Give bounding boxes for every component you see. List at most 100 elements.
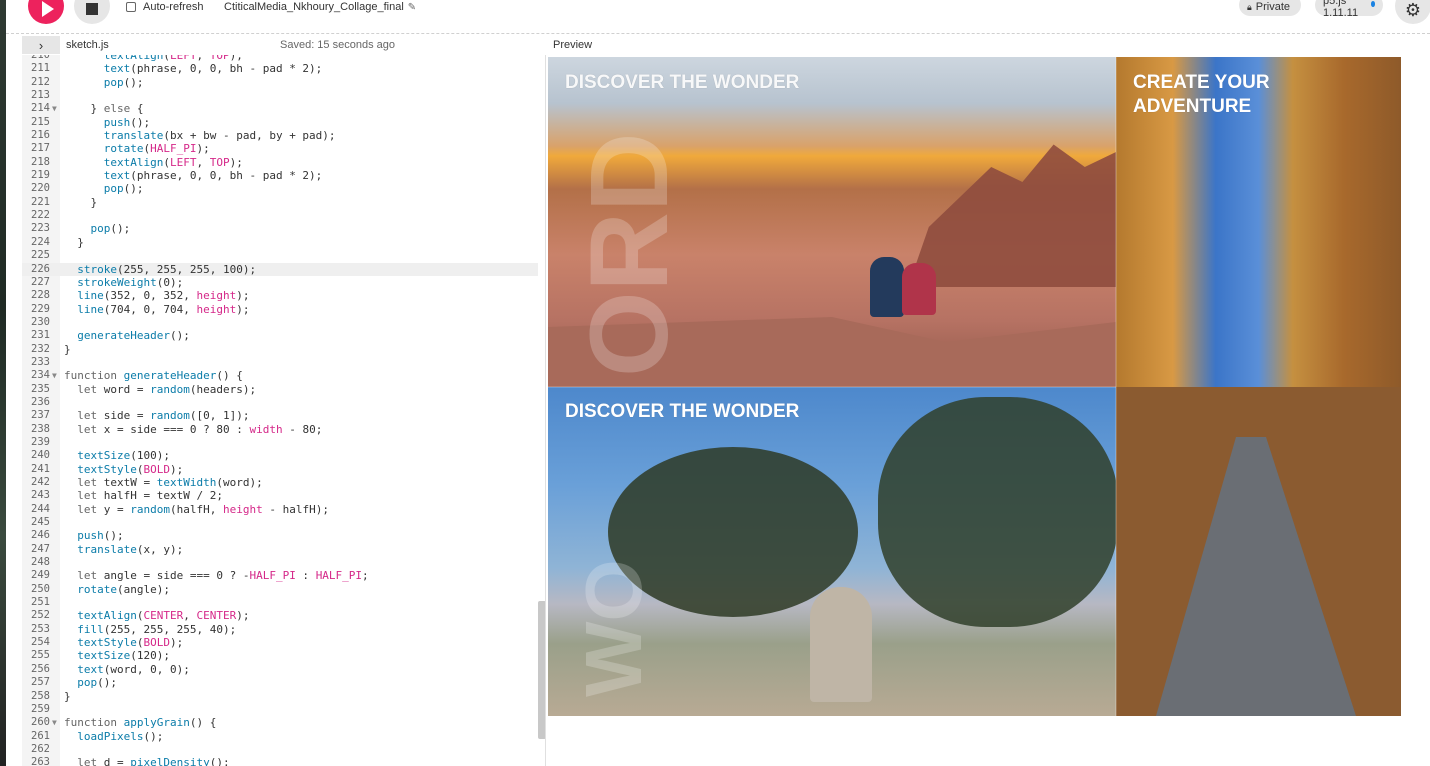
code-line[interactable]: 250 rotate(angle); (22, 583, 538, 596)
fold-arrow-icon[interactable]: ▼ (52, 716, 60, 729)
code-line[interactable]: 240 textSize(100); (22, 449, 538, 462)
code-line[interactable]: 215 push(); (22, 116, 538, 129)
settings-button[interactable]: ⚙ (1395, 0, 1430, 24)
auto-refresh-label: Auto-refresh (143, 1, 204, 13)
code-line[interactable]: 246 push(); (22, 529, 538, 542)
code-line[interactable]: 245 (22, 516, 538, 529)
code-line[interactable]: 251 (22, 596, 538, 609)
code-line[interactable]: 237 let side = random([0, 1]); (22, 409, 538, 422)
stop-button[interactable] (74, 0, 110, 24)
privacy-toggle[interactable]: 🔒︎ Private (1239, 0, 1301, 16)
code-line[interactable]: 211 text(phrase, 0, 0, bh - pad * 2); (22, 62, 538, 75)
fold-arrow-icon[interactable]: ▼ (52, 369, 60, 382)
code-text: line(704, 0, 704, height); (77, 302, 250, 316)
line-number: 262 (31, 742, 50, 755)
code-line[interactable]: 222 (22, 209, 538, 222)
code-line[interactable]: 218 textAlign(LEFT, TOP); (22, 156, 538, 169)
code-line[interactable]: 238 let x = side === 0 ? 80 : width - 80… (22, 423, 538, 436)
line-number: 228 (31, 289, 50, 302)
code-line[interactable]: 225 (22, 249, 538, 262)
code-lines[interactable]: 210 textAlign(LEFT, TOP); 211 text(phrase… (22, 55, 538, 766)
code-line[interactable]: 227 strokeWeight(0); (22, 276, 538, 289)
code-line[interactable]: 230 (22, 316, 538, 329)
desktop-background-strip (0, 0, 6, 766)
code-line[interactable]: 241 textStyle(BOLD); (22, 463, 538, 476)
line-number: 258 (31, 689, 50, 702)
code-line[interactable]: 214 ▼ } else { (22, 102, 538, 115)
code-line[interactable]: 228 line(352, 0, 352, height); (22, 289, 538, 302)
code-line[interactable]: 234 ▼ function generateHeader() { (22, 369, 538, 382)
auto-refresh-checkbox[interactable] (126, 2, 136, 12)
code-line[interactable]: 231 generateHeader(); (22, 329, 538, 342)
code-line[interactable]: 243 let halfH = textW / 2; (22, 489, 538, 502)
code-line[interactable]: 223 pop(); (22, 222, 538, 235)
file-name: sketch.js (66, 39, 109, 51)
line-number: 237 (31, 409, 50, 422)
line-number: 253 (31, 622, 50, 635)
line-number: 234 (31, 369, 50, 382)
code-line[interactable]: 216 translate(bx + bw - pad, by + pad); (22, 129, 538, 142)
line-number: 249 (31, 569, 50, 582)
sidebar-toggle-button[interactable]: › (22, 36, 60, 54)
code-line[interactable]: 257 pop(); (22, 676, 538, 689)
pencil-icon[interactable]: ✎ (408, 2, 416, 13)
code-editor[interactable]: 210 textAlign(LEFT, TOP); 211 text(phrase… (22, 55, 546, 766)
code-line[interactable]: 220 pop(); (22, 182, 538, 195)
line-number: 236 (31, 395, 50, 408)
code-line[interactable]: 262 (22, 743, 538, 756)
code-text: textAlign(LEFT, TOP); (103, 155, 243, 169)
code-line[interactable]: 226 stroke(255, 255, 255, 100); (22, 262, 538, 276)
code-text: push(); (77, 529, 124, 543)
line-number: 246 (31, 529, 50, 542)
code-line[interactable]: 263 let d = pixelDensity(); (22, 756, 538, 766)
code-line[interactable]: 232} (22, 343, 538, 356)
line-number: 239 (31, 435, 50, 448)
code-line[interactable]: 248 (22, 556, 538, 569)
code-line[interactable]: 213 (22, 89, 538, 102)
play-button[interactable] (28, 0, 64, 24)
line-number: 260 (31, 716, 50, 729)
code-line[interactable]: 258} (22, 690, 538, 703)
code-line[interactable]: 217 rotate(HALF_PI); (22, 142, 538, 155)
code-line[interactable]: 260 ▼ function applyGrain() { (22, 716, 538, 729)
code-line[interactable]: 233 (22, 356, 538, 369)
auto-refresh-toggle[interactable]: Auto-refresh (126, 0, 204, 14)
code-line[interactable]: 221 } (22, 196, 538, 209)
code-text: push(); (103, 115, 151, 129)
seated-couple (870, 257, 940, 327)
code-text: rotate(angle); (77, 582, 170, 596)
code-line[interactable]: 229 line(704, 0, 704, height); (22, 303, 538, 316)
code-text: textSize(120); (77, 649, 170, 663)
version-button[interactable]: p5.js 1.11.11 (1315, 0, 1383, 19)
code-text: pop(); (77, 676, 117, 690)
code-line[interactable]: 255 textSize(120); (22, 649, 538, 662)
line-number: 245 (31, 516, 50, 529)
code-line[interactable]: 261 loadPixels(); (22, 730, 538, 743)
code-line[interactable]: 239 (22, 436, 538, 449)
line-number: 251 (31, 596, 50, 609)
line-number: 242 (31, 476, 50, 488)
editor-scrollbar-thumb[interactable] (538, 601, 545, 739)
code-line[interactable]: 256 text(word, 0, 0); (22, 663, 538, 676)
fold-arrow-icon[interactable]: ▼ (52, 102, 60, 115)
code-line[interactable]: 210 textAlign(LEFT, TOP); (22, 55, 538, 62)
code-text: text(phrase, 0, 0, bh - pad * 2); (103, 169, 323, 183)
code-line[interactable]: 249 let angle = side === 0 ? -HALF_PI : … (22, 569, 538, 582)
sketch-name[interactable]: CtiticalMedia_Nkhoury_Collage_final ✎ (224, 0, 416, 14)
code-line[interactable]: 235 let word = random(headers); (22, 383, 538, 396)
code-line[interactable]: 254 textStyle(BOLD); (22, 636, 538, 649)
code-line[interactable]: 244 let y = random(halfH, height - halfH… (22, 503, 538, 516)
code-line[interactable]: 247 translate(x, y); (22, 543, 538, 556)
code-line[interactable]: 259 (22, 703, 538, 716)
code-text: translate(x, y); (77, 542, 184, 556)
line-number: 261 (31, 729, 50, 742)
code-line[interactable]: 253 fill(255, 255, 255, 40); (22, 623, 538, 636)
code-line[interactable]: 242 let textW = textWidth(word); (22, 476, 538, 489)
preview-canvas[interactable]: ORD WO DISCOVER THE WONDER DISCOVER THE … (548, 57, 1401, 716)
code-line[interactable]: 219 text(phrase, 0, 0, bh - pad * 2); (22, 169, 538, 182)
code-line[interactable]: 252 textAlign(CENTER, CENTER); (22, 609, 538, 622)
code-line[interactable]: 224 } (22, 236, 538, 249)
code-line[interactable]: 212 pop(); (22, 76, 538, 89)
line-number: 211 (31, 62, 50, 75)
code-line[interactable]: 236 (22, 396, 538, 409)
